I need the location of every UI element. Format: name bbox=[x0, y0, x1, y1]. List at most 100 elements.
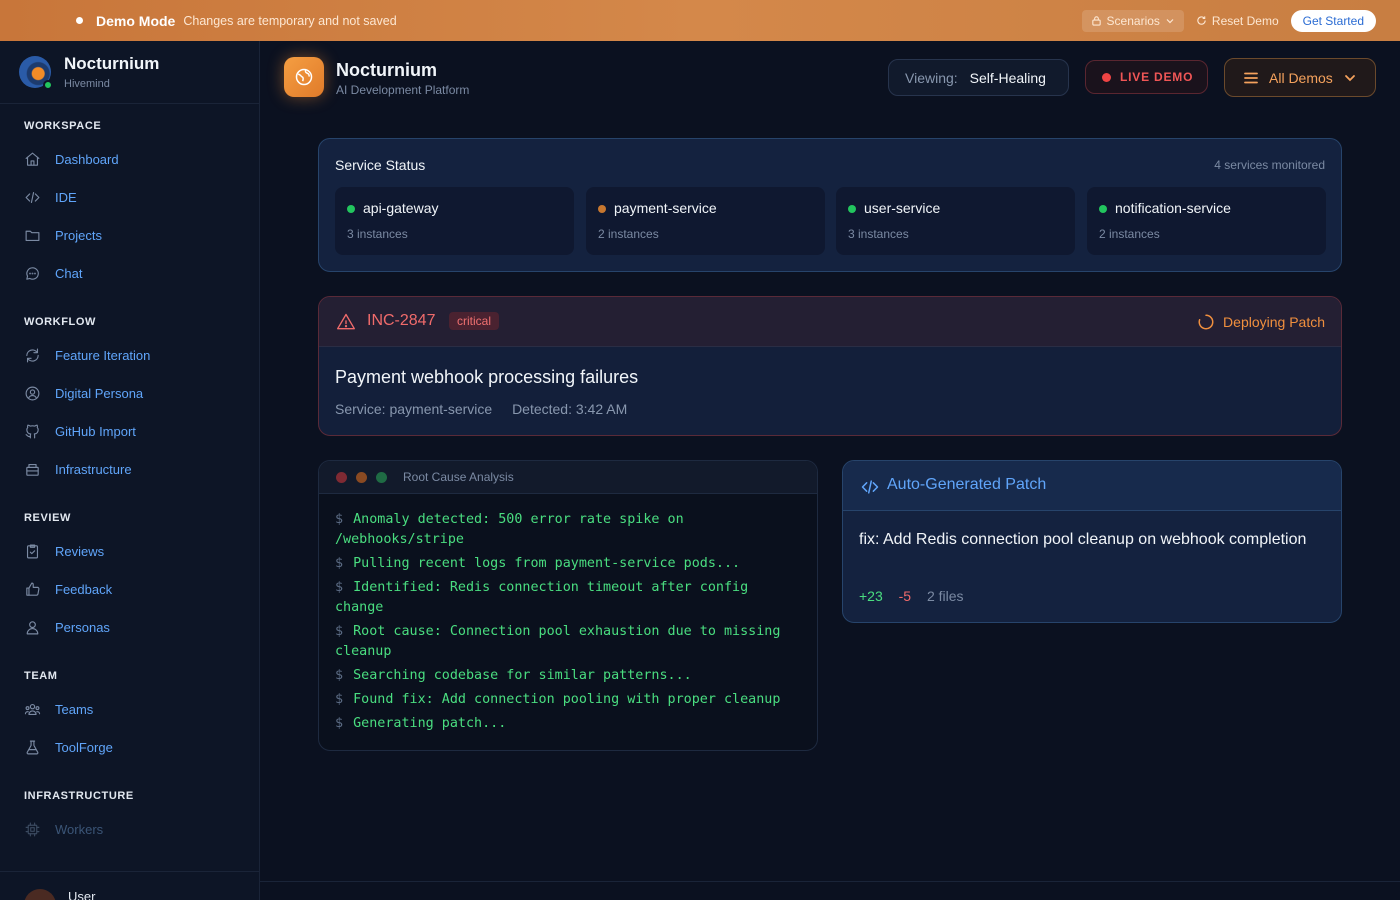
terminal-line: $ Pulling recent logs from payment-servi… bbox=[335, 554, 801, 574]
reset-demo-button[interactable]: Reset Demo bbox=[1196, 14, 1279, 28]
sidebar-item-dashboard[interactable]: Dashboard bbox=[24, 140, 259, 178]
menu-icon bbox=[1244, 72, 1258, 83]
terminal-prompt: $ bbox=[335, 624, 344, 639]
globe-icon bbox=[295, 68, 313, 86]
thumbs-up-icon bbox=[26, 582, 40, 596]
github-icon bbox=[25, 424, 39, 438]
user-icon bbox=[26, 620, 39, 634]
nav-section-review: REVIEW Reviews Feedback Personas bbox=[0, 508, 259, 646]
terminal-line: $ Generating patch... bbox=[335, 714, 801, 734]
incident-status: Deploying Patch bbox=[1197, 313, 1325, 331]
brand-sub: Hivemind bbox=[64, 78, 110, 90]
server-icon bbox=[26, 463, 39, 476]
refresh-icon bbox=[26, 348, 39, 362]
user-menu[interactable]: User bbox=[0, 871, 259, 900]
terminal-line: $ Searching codebase for similar pattern… bbox=[335, 666, 801, 686]
terminal-prompt: $ bbox=[335, 668, 344, 683]
sidebar-item-label: Workers bbox=[55, 821, 104, 837]
terminal-line-text: Anomaly detected: 500 error rate spike o… bbox=[335, 512, 684, 547]
sidebar-item-toolforge[interactable]: ToolForge bbox=[24, 728, 259, 766]
sidebar-item-label: ToolForge bbox=[55, 739, 113, 755]
service-status-card: Service Status 4 services monitored api-… bbox=[318, 138, 1342, 272]
sidebar-item-feedback[interactable]: Feedback bbox=[24, 570, 259, 608]
nav-section-title: REVIEW bbox=[24, 512, 71, 524]
sidebar-item-feature-iteration[interactable]: Feature Iteration bbox=[24, 336, 259, 374]
chevron-down-icon bbox=[1166, 18, 1174, 23]
sidebar-item-personas[interactable]: Personas bbox=[24, 608, 259, 646]
terminal-output: $ Anomaly detected: 500 error rate spike… bbox=[319, 494, 817, 734]
service-instances: 2 instances bbox=[1099, 227, 1160, 241]
terminal-line-text: Found fix: Add connection pooling with p… bbox=[353, 692, 781, 707]
patch-title: Auto-Generated Patch bbox=[887, 476, 1047, 493]
page-subtitle: AI Development Platform bbox=[336, 83, 470, 97]
service-status-dot bbox=[1099, 205, 1107, 213]
demo-dot-icon bbox=[76, 17, 83, 24]
avatar bbox=[24, 889, 56, 900]
demo-mode-message: Changes are temporary and not saved bbox=[183, 13, 397, 28]
sidebar-item-label: Chat bbox=[55, 265, 83, 281]
brand-logo-icon bbox=[19, 56, 53, 90]
incident-service: Service: payment-service bbox=[335, 401, 493, 417]
sidebar-item-reviews[interactable]: Reviews bbox=[24, 532, 259, 570]
patch-description: fix: Add Redis connection pool cleanup o… bbox=[859, 531, 1307, 548]
chevron-down-icon bbox=[1344, 74, 1355, 81]
sidebar-item-label: GitHub Import bbox=[55, 423, 136, 439]
user-circle-icon bbox=[25, 386, 40, 400]
viewing-selector[interactable]: Viewing: Self-Healing bbox=[888, 59, 1069, 96]
terminal-line: $ Identified: Redis connection timeout a… bbox=[335, 578, 801, 618]
service-tile[interactable]: user-service 3 instances bbox=[836, 187, 1075, 255]
folder-icon bbox=[25, 230, 40, 241]
incident-status-label: Deploying Patch bbox=[1223, 314, 1325, 330]
window-close-dot bbox=[336, 472, 347, 483]
demo-mode-label: Demo Mode bbox=[96, 12, 176, 29]
main-header: Nocturnium AI Development Platform Viewi… bbox=[260, 41, 1400, 113]
nav-section-title: TEAM bbox=[24, 670, 58, 682]
terminal-line-text: Generating patch... bbox=[353, 716, 507, 731]
sidebar-item-workers[interactable]: Workers bbox=[24, 810, 259, 848]
service-tile[interactable]: notification-service 2 instances bbox=[1087, 187, 1326, 255]
service-tile[interactable]: api-gateway 3 instances bbox=[335, 187, 574, 255]
app-logo-icon bbox=[284, 57, 324, 97]
terminal-prompt: $ bbox=[335, 556, 344, 571]
patch-files: 2 files bbox=[926, 588, 964, 604]
terminal-line-text: Pulling recent logs from payment-service… bbox=[353, 556, 741, 571]
patch-header: Auto-Generated Patch bbox=[843, 461, 1341, 511]
get-started-button[interactable]: Get Started bbox=[1290, 9, 1376, 32]
service-instances: 3 instances bbox=[848, 227, 909, 241]
terminal-prompt: $ bbox=[335, 580, 344, 595]
user-name: User bbox=[68, 889, 96, 900]
sidebar-item-github-import[interactable]: GitHub Import bbox=[24, 412, 259, 450]
spinner-icon bbox=[1198, 314, 1214, 330]
clipboard-check-icon bbox=[26, 544, 39, 558]
incident-title: Payment webhook processing failures bbox=[335, 367, 639, 387]
sidebar-item-label: Digital Persona bbox=[55, 385, 144, 401]
sidebar-item-chat[interactable]: Chat bbox=[24, 254, 259, 292]
terminal-line: $ Anomaly detected: 500 error rate spike… bbox=[335, 510, 801, 550]
sidebar-item-infrastructure[interactable]: Infrastructure bbox=[24, 450, 259, 488]
divider bbox=[260, 881, 1400, 882]
sidebar-item-ide[interactable]: IDE bbox=[24, 178, 259, 216]
patch-deletions: -5 bbox=[898, 588, 912, 604]
service-tile[interactable]: payment-service 2 instances bbox=[586, 187, 825, 255]
sidebar-item-teams[interactable]: Teams bbox=[24, 690, 259, 728]
terminal-prompt: $ bbox=[335, 716, 344, 731]
nav-section-title: WORKSPACE bbox=[24, 120, 102, 132]
service-status-dot bbox=[598, 205, 606, 213]
scenarios-label: Scenarios bbox=[1106, 13, 1160, 28]
terminal-line-text: Root cause: Connection pool exhaustion d… bbox=[335, 624, 781, 659]
patch-additions: +23 bbox=[859, 588, 883, 604]
live-dot-icon bbox=[1102, 72, 1111, 82]
nav-section-team: TEAM Teams ToolForge bbox=[0, 666, 259, 766]
terminal-prompt: $ bbox=[335, 692, 344, 707]
sidebar-item-digital-persona[interactable]: Digital Persona bbox=[24, 374, 259, 412]
services-monitored-count: 4 services monitored bbox=[1214, 158, 1325, 172]
scenarios-button[interactable]: Scenarios bbox=[1081, 9, 1184, 32]
code-icon bbox=[861, 480, 879, 494]
auto-patch-card[interactable]: Auto-Generated Patch fix: Add Redis conn… bbox=[842, 460, 1342, 623]
sidebar-item-projects[interactable]: Projects bbox=[24, 216, 259, 254]
nav-section-infrastructure: INFRASTRUCTURE Workers bbox=[0, 786, 259, 848]
brand[interactable]: Nocturnium Hivemind bbox=[0, 41, 259, 104]
incident-card[interactable]: INC-2847 critical Deploying Patch Paymen… bbox=[318, 296, 1342, 436]
page-title: Nocturnium bbox=[336, 60, 437, 80]
all-demos-button[interactable]: All Demos bbox=[1224, 58, 1376, 97]
